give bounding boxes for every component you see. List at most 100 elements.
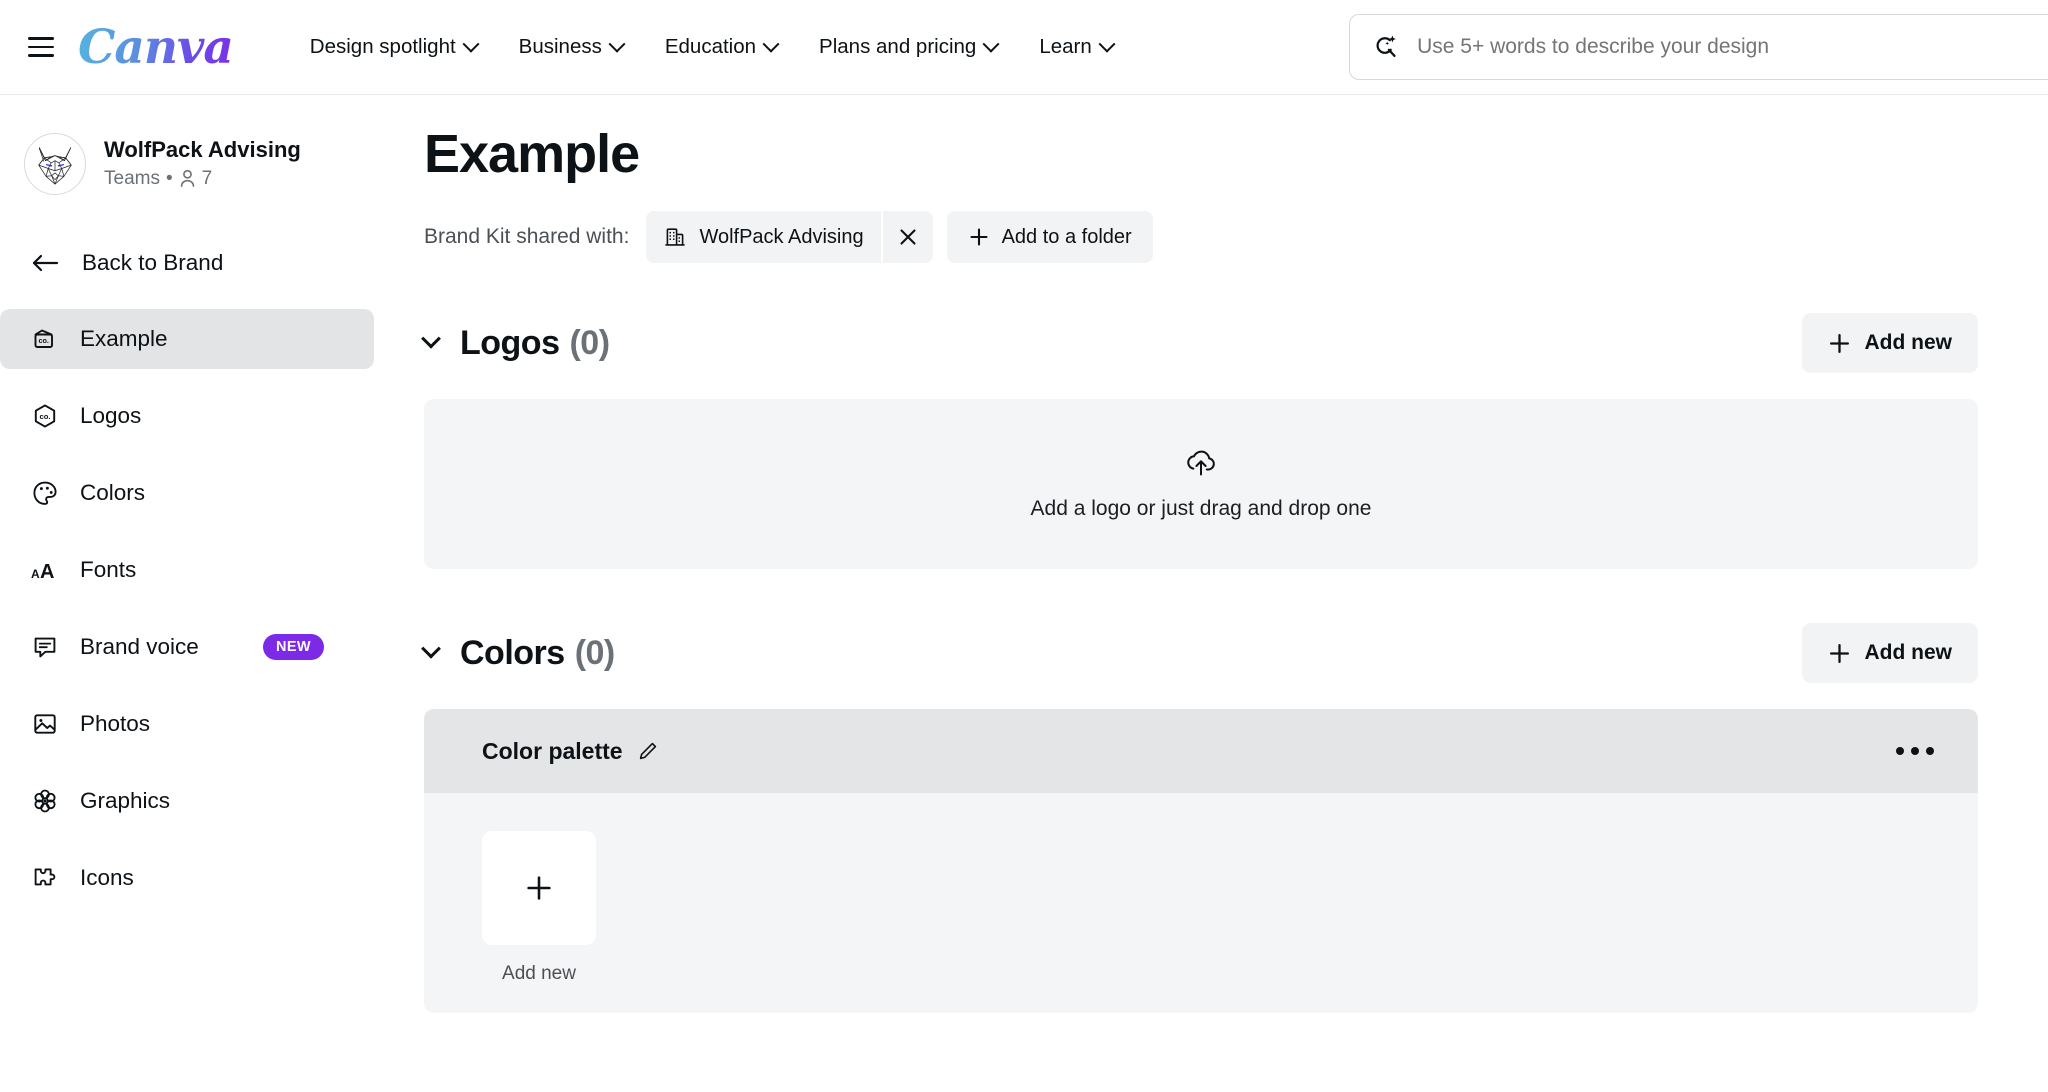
color-palette-card: Color palette Add new <box>424 709 1978 1014</box>
team-members-count: 7 <box>201 167 213 189</box>
chevron-down-icon <box>462 35 480 53</box>
flower-icon <box>30 786 60 816</box>
sidebar-nav-list: co. Example co. Logos Colors A A Fonts B… <box>0 309 400 908</box>
chevron-down-icon[interactable] <box>421 638 441 659</box>
color-palette-swatches: Add new <box>424 793 1978 1013</box>
sidebar-item-photos[interactable]: Photos <box>0 694 374 754</box>
logos-section-title: Logos <box>460 323 560 362</box>
sidebar-item-colors[interactable]: Colors <box>0 463 374 523</box>
main-nav-items: Design spotlight Business Education Plan… <box>289 25 1134 69</box>
sidebar-item-label: Logos <box>80 403 142 428</box>
add-new-color-label: Add new <box>1864 641 1953 665</box>
palette-icon <box>30 478 60 508</box>
logo-dropzone-text: Add a logo or just drag and drop one <box>1030 497 1372 521</box>
logo-dropzone[interactable]: Add a logo or just drag and drop one <box>424 399 1978 570</box>
sidebar-item-label: Colors <box>80 480 146 505</box>
colors-section-count: (0) <box>574 633 616 672</box>
sidebar-item-label: Graphics <box>80 788 171 813</box>
nav-label: Education <box>664 35 757 58</box>
page-title: Example <box>424 124 640 184</box>
chevron-down-icon[interactable] <box>421 328 441 349</box>
sidebar-item-label: Example <box>80 326 168 351</box>
add-to-folder-label: Add to a folder <box>1001 225 1132 248</box>
more-horizontal-icon <box>1896 747 1904 756</box>
sidebar-item-logos[interactable]: co. Logos <box>0 386 374 446</box>
shared-team-name: WolfPack Advising <box>699 225 864 248</box>
add-new-logo-button[interactable]: Add new <box>1801 313 1978 374</box>
sidebar-item-icons[interactable]: Icons <box>0 848 374 908</box>
chevron-down-icon <box>762 35 780 53</box>
separator: • <box>165 167 173 189</box>
nav-label: Learn <box>1039 35 1092 58</box>
sidebar-item-label: Fonts <box>80 557 137 582</box>
photo-icon <box>30 709 60 739</box>
nav-label: Business <box>518 35 602 58</box>
brand-kit-shared-row: Brand Kit shared with: WolfPack Advising… <box>424 211 2048 264</box>
shared-with-label: Brand Kit shared with: <box>424 225 630 249</box>
plus-icon <box>527 876 551 900</box>
search-bar[interactable] <box>1349 14 2048 80</box>
logos-section-header: Logos (0) Add new <box>421 313 2048 374</box>
plus-icon <box>970 228 988 246</box>
remove-shared-team-button[interactable] <box>880 211 933 264</box>
nav-item-learn[interactable]: Learn <box>1018 25 1133 69</box>
brand-kit-icon: co. <box>30 324 60 354</box>
nav-item-business[interactable]: Business <box>498 25 644 69</box>
top-navigation-bar: Canva Design spotlight Business Educatio… <box>0 0 2048 95</box>
speech-bubble-icon <box>30 632 60 662</box>
chevron-down-icon <box>608 35 626 53</box>
pencil-icon[interactable] <box>637 740 659 762</box>
team-name: WolfPack Advising <box>104 136 301 162</box>
office-building-icon <box>665 228 686 246</box>
chevron-down-icon <box>982 35 1000 53</box>
sidebar-item-fonts[interactable]: A A Fonts <box>0 540 374 600</box>
team-selector[interactable]: WolfPack Advising Teams • 7 <box>0 127 400 201</box>
add-to-folder-button[interactable]: Add to a folder <box>946 211 1153 264</box>
nav-label: Design spotlight <box>309 35 456 58</box>
color-palette-header: Color palette <box>424 709 1978 794</box>
add-color-swatch-button[interactable] <box>482 831 596 946</box>
shared-team-chip-main[interactable]: WolfPack Advising <box>646 211 880 263</box>
team-meta: Teams • 7 <box>104 165 301 193</box>
add-new-color-button[interactable]: Add new <box>1801 623 1978 684</box>
canva-logo[interactable]: Canva <box>78 20 237 75</box>
nav-item-plans-and-pricing[interactable]: Plans and pricing <box>798 25 1018 69</box>
add-new-logo-label: Add new <box>1864 331 1953 355</box>
sidebar-item-graphics[interactable]: Graphics <box>0 771 374 831</box>
sidebar-item-label: Icons <box>80 865 134 890</box>
svg-text:co.: co. <box>40 412 51 421</box>
colors-section-title: Colors <box>460 633 565 672</box>
nav-item-design-spotlight[interactable]: Design spotlight <box>289 25 498 69</box>
colors-section-header: Colors (0) Add new <box>421 623 2048 684</box>
hamburger-menu-icon[interactable] <box>18 24 64 70</box>
search-input[interactable] <box>1417 35 2048 59</box>
svg-text:A: A <box>31 567 40 581</box>
status-badge-new: NEW <box>262 634 324 660</box>
color-palette-more-button[interactable] <box>1884 735 1946 767</box>
more-horizontal-icon <box>1926 747 1934 756</box>
back-to-brand-button[interactable]: Back to Brand <box>0 241 400 285</box>
shared-team-chip: WolfPack Advising <box>646 211 933 264</box>
plus-icon <box>1829 333 1849 353</box>
nav-label: Plans and pricing <box>819 35 977 58</box>
font-size-icon: A A <box>30 555 60 585</box>
nav-item-education[interactable]: Education <box>644 25 798 69</box>
main-content: Example Brand Kit shared with: WolfPack … <box>400 95 2048 1092</box>
cloud-upload-icon <box>1187 450 1215 476</box>
ai-search-icon <box>1376 35 1396 58</box>
wolf-head-icon <box>38 147 72 185</box>
add-swatch-column: Add new <box>482 831 596 985</box>
plus-icon <box>1829 643 1849 663</box>
arrow-left-icon <box>32 254 59 272</box>
add-color-swatch-label: Add new <box>502 963 576 985</box>
sidebar-item-example[interactable]: co. Example <box>0 309 374 369</box>
more-horizontal-icon <box>1911 747 1919 756</box>
chevron-down-icon <box>1098 35 1116 53</box>
sidebar-item-brand-voice[interactable]: Brand voice NEW <box>0 617 374 677</box>
puzzle-piece-icon <box>30 863 60 893</box>
logo-hexagon-icon: co. <box>30 401 60 431</box>
person-icon <box>180 169 194 187</box>
close-icon <box>900 229 916 245</box>
team-type: Teams <box>104 167 160 189</box>
color-palette-name: Color palette <box>482 737 623 764</box>
